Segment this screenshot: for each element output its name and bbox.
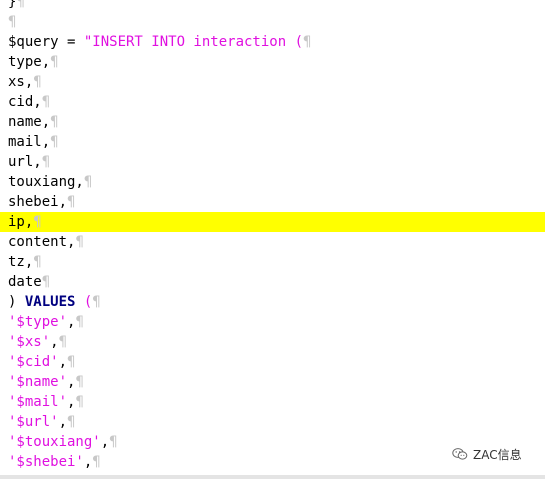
- code-line[interactable]: name,¶: [0, 112, 545, 132]
- watermark-text: ZAC信息: [473, 447, 522, 462]
- code-line[interactable]: '$xs',¶: [0, 332, 545, 352]
- code-token: '$mail': [8, 394, 68, 410]
- pilcrow-mark: ¶: [16, 0, 25, 10]
- code-line[interactable]: '$mail',¶: [0, 392, 545, 412]
- code-token: ,: [58, 414, 68, 430]
- watermark: ZAC信息: [452, 444, 522, 464]
- pilcrow-mark: ¶: [109, 434, 118, 450]
- code-token: '$xs': [8, 334, 51, 350]
- pilcrow-mark: ¶: [33, 74, 42, 90]
- code-token: date: [8, 274, 42, 290]
- pilcrow-mark: ¶: [8, 14, 17, 30]
- pilcrow-mark: ¶: [83, 174, 93, 190]
- pilcrow-mark: ¶: [41, 274, 51, 290]
- code-token: '$shebei': [8, 454, 84, 470]
- pilcrow-mark: ¶: [50, 134, 59, 150]
- code-line[interactable]: type,¶: [0, 52, 545, 72]
- code-token: type,: [8, 54, 51, 70]
- code-token: '$name': [8, 374, 68, 390]
- code-line[interactable]: xs,¶: [0, 72, 545, 92]
- code-token: '$url': [8, 414, 59, 430]
- pilcrow-mark: ¶: [50, 54, 59, 70]
- code-line[interactable]: date¶: [0, 272, 545, 292]
- code-token: '$type': [8, 314, 68, 330]
- pilcrow-mark: ¶: [92, 454, 101, 470]
- code-line[interactable]: $query = "INSERT INTO interaction (¶: [0, 32, 545, 52]
- pilcrow-mark: ¶: [75, 314, 84, 330]
- code-token: xs,: [8, 74, 34, 90]
- code-line[interactable]: '$cid',¶: [0, 352, 545, 372]
- code-token: content,: [8, 234, 76, 250]
- pilcrow-mark: ¶: [303, 34, 312, 50]
- code-token: name,: [8, 114, 51, 130]
- code-token: tz,: [8, 254, 34, 270]
- code-line[interactable]: ¶: [0, 12, 545, 32]
- code-line[interactable]: '$type',¶: [0, 312, 545, 332]
- pilcrow-mark: ¶: [75, 374, 84, 390]
- code-token: ,: [100, 434, 110, 450]
- wechat-icon: [452, 447, 468, 461]
- pilcrow-mark: ¶: [33, 214, 42, 230]
- code-line[interactable]: tz,¶: [0, 252, 545, 272]
- horizontal-scrollbar[interactable]: [0, 475, 545, 479]
- code-token: cid,: [8, 94, 42, 110]
- pilcrow-mark: ¶: [41, 154, 51, 170]
- pilcrow-mark: ¶: [92, 294, 101, 310]
- code-token: ip,: [8, 214, 34, 230]
- code-line[interactable]: }¶: [0, 0, 545, 12]
- code-token: shebei,: [8, 194, 68, 210]
- pilcrow-mark: ¶: [58, 334, 68, 350]
- code-line[interactable]: url,¶: [0, 152, 545, 172]
- pilcrow-mark: ¶: [75, 234, 84, 250]
- code-line[interactable]: mail,¶: [0, 132, 545, 152]
- pilcrow-mark: ¶: [75, 394, 84, 410]
- pilcrow-mark: ¶: [50, 114, 59, 130]
- code-line[interactable]: shebei,¶: [0, 192, 545, 212]
- code-token: ,: [58, 354, 68, 370]
- code-line[interactable]: ) VALUES (¶: [0, 292, 545, 312]
- code-token: '$cid': [8, 354, 59, 370]
- code-token: "INSERT INTO interaction (: [83, 34, 304, 50]
- pilcrow-mark: ¶: [41, 94, 51, 110]
- code-token: mail,: [8, 134, 51, 150]
- code-token: ): [8, 294, 25, 310]
- code-token: (: [75, 294, 93, 310]
- code-token: $query =: [8, 34, 84, 50]
- code-token: ,: [50, 334, 59, 350]
- code-token: touxiang,: [8, 174, 84, 190]
- code-line[interactable]: touxiang,¶: [0, 172, 545, 192]
- code-line[interactable]: content,¶: [0, 232, 545, 252]
- code-token: VALUES: [24, 294, 76, 310]
- code-line[interactable]: '$url',¶: [0, 412, 545, 432]
- code-token: url,: [8, 154, 42, 170]
- pilcrow-mark: ¶: [33, 254, 42, 270]
- code-line[interactable]: '$name',¶: [0, 372, 545, 392]
- code-token: '$touxiang': [8, 434, 101, 450]
- code-line[interactable]: cid,¶: [0, 92, 545, 112]
- pilcrow-mark: ¶: [67, 354, 76, 370]
- code-editor[interactable]: }¶ ¶ $query = "INSERT INTO interaction (¶ t…: [0, 0, 545, 479]
- pilcrow-mark: ¶: [67, 194, 76, 210]
- pilcrow-mark: ¶: [67, 414, 76, 430]
- code-line-highlighted[interactable]: ip,¶: [0, 212, 545, 232]
